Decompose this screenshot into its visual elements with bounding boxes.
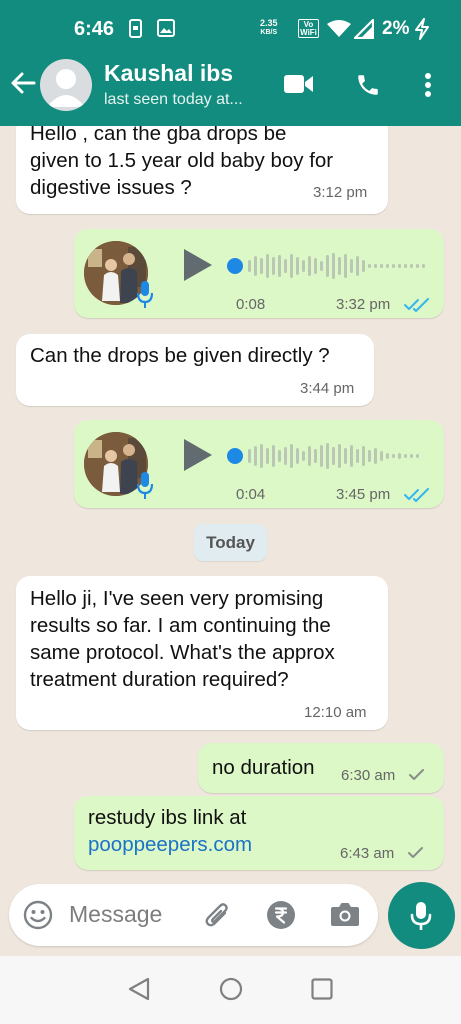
message-text: Can the drops be given directly ?	[30, 342, 370, 369]
net-speed-unit: KB/S	[260, 29, 278, 36]
voice-duration: 0:04	[236, 486, 266, 503]
message-time: 3:12 pm	[313, 184, 368, 201]
message-line: results so far. I am continuing the	[30, 614, 331, 637]
message-outgoing[interactable]: restudy ibs link at pooppeepers.com 6:43…	[74, 796, 444, 870]
message-link[interactable]: pooppeepers.com	[88, 831, 252, 858]
voice-message-outgoing[interactable]: 0:04 3:45 pm	[74, 420, 444, 508]
read-ticks-icon	[404, 298, 430, 317]
gallery-icon	[157, 19, 175, 42]
message-time: 3:44 pm	[300, 380, 355, 397]
voice-waveform[interactable]	[226, 251, 426, 281]
message-incoming[interactable]: Hello ji, I've seen very promising resul…	[16, 576, 388, 730]
voice-call-icon[interactable]	[355, 72, 381, 103]
message-time: 12:10 am	[304, 704, 367, 721]
message-line: same protocol. What's the approx	[30, 641, 335, 664]
message-time: 3:45 pm	[336, 486, 391, 503]
battery-text: 2%	[382, 18, 410, 39]
record-voice-button[interactable]	[388, 882, 455, 949]
vowifi-line2: WiFi	[300, 28, 317, 37]
message-line: Can the drops be given directly ?	[30, 344, 330, 367]
last-seen: last seen today at...	[104, 91, 243, 108]
message-time: 6:43 am	[340, 845, 395, 862]
message-input[interactable]: Message	[69, 901, 162, 928]
payment-rupee-icon[interactable]	[266, 900, 296, 935]
day-separator: Today	[194, 524, 267, 561]
read-ticks-icon	[404, 488, 430, 507]
message-line: given to 1.5 year old baby boy for	[30, 149, 334, 172]
voice-message-outgoing[interactable]: 0:08 3:32 pm	[74, 229, 444, 318]
message-line: Hello ji, I've seen very promising	[30, 587, 324, 610]
voice-note-mic-icon	[136, 281, 154, 314]
emoji-icon[interactable]	[23, 900, 53, 935]
voice-duration: 0:08	[236, 296, 266, 313]
play-icon[interactable]	[184, 249, 212, 286]
nav-recents-icon[interactable]	[311, 977, 333, 1006]
nav-back-icon[interactable]	[128, 977, 150, 1006]
sim-icon	[129, 19, 142, 43]
message-line: no duration	[212, 756, 315, 779]
wifi-icon	[327, 20, 351, 43]
top-bar: 6:46 2.35 KB/S Vo WiFi 2% Kaushal ibs la…	[0, 0, 461, 126]
net-speed-value: 2.35	[260, 18, 278, 28]
system-nav-bar	[0, 956, 461, 1024]
vowifi-icon: Vo WiFi	[298, 19, 319, 38]
status-bar: 6:46 2.35 KB/S Vo WiFi 2%	[0, 0, 461, 58]
camera-icon[interactable]	[330, 901, 360, 933]
signal-icon	[353, 18, 375, 44]
contact-avatar[interactable]	[40, 59, 92, 111]
message-line: restudy ibs link at	[88, 806, 247, 829]
video-call-icon[interactable]	[284, 74, 314, 99]
contact-name[interactable]: Kaushal ibs	[104, 60, 233, 87]
nav-home-icon[interactable]	[219, 977, 243, 1006]
voice-note-mic-icon	[136, 472, 154, 505]
chat-area[interactable]: Hello , can the gba drops be given to 1.…	[0, 126, 461, 884]
mic-icon	[410, 902, 432, 930]
more-options-icon[interactable]	[424, 72, 432, 103]
sent-tick-icon	[408, 846, 424, 865]
status-time: 6:46	[74, 18, 115, 40]
battery-charging-icon	[414, 18, 430, 45]
sent-tick-icon	[409, 768, 425, 787]
message-time: 6:30 am	[341, 767, 396, 784]
voice-waveform[interactable]	[226, 441, 426, 471]
message-composer[interactable]: Message	[9, 884, 378, 946]
message-incoming[interactable]: Hello , can the gba drops be given to 1.…	[16, 126, 388, 214]
message-time: 3:32 pm	[336, 296, 391, 313]
message-text: no duration	[212, 754, 315, 781]
message-text: restudy ibs link at pooppeepers.com	[88, 804, 252, 858]
message-incoming[interactable]: Can the drops be given directly ? 3:44 p…	[16, 334, 374, 406]
net-speed: 2.35 KB/S	[260, 18, 278, 38]
play-icon[interactable]	[184, 439, 212, 476]
message-outgoing[interactable]: no duration 6:30 am	[198, 743, 444, 793]
message-line: treatment duration required?	[30, 668, 289, 691]
attach-icon[interactable]	[203, 899, 231, 936]
back-arrow-icon[interactable]	[10, 70, 36, 101]
message-line: Hello , can the gba drops be	[30, 126, 287, 145]
message-text: Hello ji, I've seen very promising resul…	[30, 585, 382, 693]
